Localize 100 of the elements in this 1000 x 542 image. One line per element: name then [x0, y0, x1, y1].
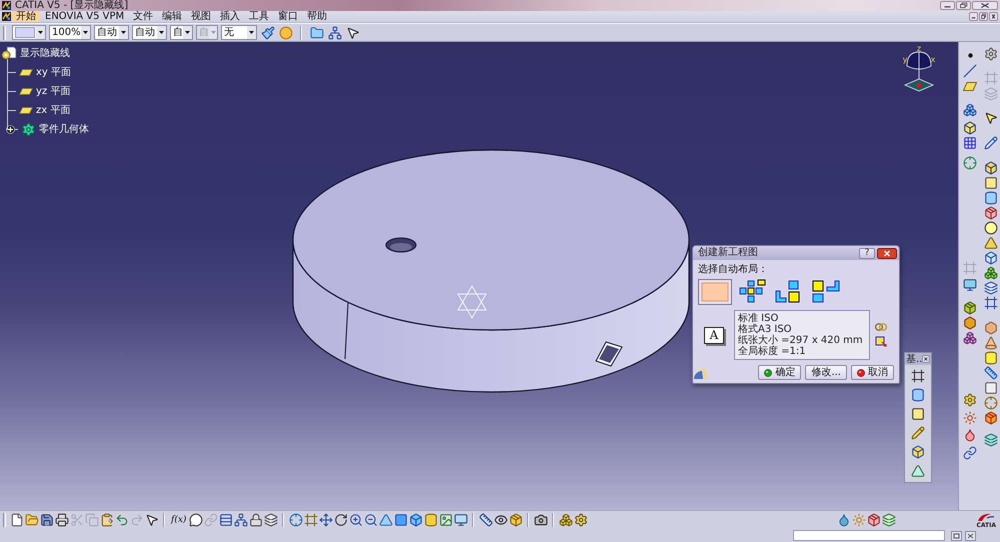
cube-icon[interactable] — [911, 445, 925, 459]
menu-item[interactable]: 工具 — [245, 11, 274, 22]
dropdown[interactable]: 自动 — [94, 25, 129, 40]
paintbrush-icon[interactable] — [260, 26, 274, 40]
undo-icon[interactable] — [114, 513, 128, 527]
caret-icon[interactable] — [183, 26, 192, 39]
grid-icon[interactable] — [963, 136, 977, 150]
square-icon[interactable] — [911, 407, 925, 421]
package-icon[interactable] — [508, 513, 523, 527]
dropdown[interactable]: 自 — [170, 25, 193, 40]
cube-icon[interactable] — [963, 120, 977, 134]
cancel-button[interactable]: 取消 — [851, 365, 894, 380]
pencil-icon[interactable] — [911, 426, 925, 440]
cursor-icon[interactable] — [144, 513, 158, 527]
monitor-icon[interactable] — [963, 278, 977, 292]
sun-icon[interactable] — [963, 410, 977, 424]
network-icon[interactable] — [234, 513, 248, 527]
layers-icon[interactable] — [882, 513, 896, 527]
crosshair-icon[interactable] — [984, 396, 998, 410]
dropdown[interactable]: 自动 — [132, 25, 167, 40]
ok-button[interactable]: 确定 — [758, 365, 802, 380]
boxes-icon[interactable] — [963, 330, 977, 344]
dropdown[interactable]: 100% — [49, 25, 91, 40]
layers-icon[interactable] — [984, 432, 998, 446]
cube-icon[interactable] — [408, 513, 423, 527]
caret-icon[interactable] — [81, 26, 90, 39]
zoom-in-icon[interactable] — [348, 513, 363, 527]
close-icon[interactable] — [972, 1, 998, 10]
camera-icon[interactable] — [534, 513, 548, 527]
caret-icon[interactable] — [247, 26, 256, 39]
menu-item[interactable]: 帮助 — [303, 11, 332, 22]
hexagon-icon[interactable] — [963, 316, 977, 330]
package-icon[interactable] — [984, 410, 998, 424]
restore-icon[interactable] — [956, 1, 971, 10]
layers-icon[interactable] — [264, 513, 278, 527]
gear-icon[interactable] — [574, 513, 588, 527]
droplet-icon[interactable] — [836, 513, 851, 527]
cursor-icon[interactable] — [984, 110, 998, 124]
cylinder-icon[interactable] — [424, 513, 438, 527]
plane-icon[interactable] — [963, 82, 977, 91]
caret-icon[interactable] — [157, 26, 166, 39]
expand-icon[interactable] — [6, 125, 15, 134]
hash-icon[interactable] — [911, 369, 925, 383]
rotate-icon[interactable] — [334, 513, 348, 527]
droplet-icon[interactable] — [963, 428, 977, 442]
line-icon[interactable] — [963, 64, 977, 78]
caret-icon[interactable] — [36, 26, 45, 39]
command-field[interactable] — [793, 530, 945, 541]
square-icon[interactable] — [394, 513, 408, 527]
triangle-icon[interactable] — [378, 513, 393, 527]
gear-icon[interactable] — [963, 392, 977, 406]
view-compass[interactable]: z y x — [902, 45, 936, 93]
tree-item[interactable]: yz 平面 — [36, 86, 70, 98]
close-icon[interactable] — [989, 12, 998, 21]
menu-item[interactable]: 编辑 — [158, 11, 186, 22]
crosshair-icon[interactable] — [288, 513, 303, 527]
hash-icon[interactable] — [984, 296, 998, 310]
ruler-icon[interactable] — [478, 513, 493, 527]
link-icon[interactable] — [963, 446, 977, 460]
network-icon[interactable] — [328, 26, 342, 40]
circle-icon[interactable] — [984, 220, 998, 234]
square-icon[interactable] — [984, 176, 998, 190]
printer-icon[interactable] — [54, 513, 68, 527]
menu-item[interactable]: 视图 — [187, 11, 216, 22]
cylinder-icon[interactable] — [911, 388, 925, 402]
close-icon[interactable] — [877, 248, 897, 258]
hexagon-icon[interactable] — [984, 320, 998, 334]
tree-item[interactable]: xy 平面 — [36, 66, 72, 78]
tree-item[interactable]: 零件几何体 — [39, 124, 89, 136]
chain-icon[interactable] — [875, 323, 887, 331]
minimize-icon[interactable] — [940, 1, 955, 10]
eye-icon[interactable] — [494, 513, 508, 527]
caret-icon[interactable] — [119, 26, 128, 39]
monitor-icon[interactable] — [454, 513, 468, 527]
package-icon[interactable] — [866, 513, 881, 527]
square-icon[interactable] — [984, 380, 998, 394]
ruler-icon[interactable] — [984, 366, 998, 380]
restore-icon[interactable] — [979, 12, 988, 21]
menu-item[interactable]: 文件 — [129, 11, 158, 22]
close-icon[interactable] — [965, 530, 976, 540]
cube-icon[interactable] — [984, 250, 998, 264]
square-icon[interactable] — [951, 530, 962, 540]
triangle-icon[interactable] — [984, 236, 998, 250]
clipboard-icon[interactable] — [100, 513, 114, 527]
lock-icon[interactable] — [248, 513, 263, 527]
point-icon[interactable] — [968, 53, 972, 58]
zoom-out-icon[interactable] — [364, 513, 378, 527]
dropdown[interactable]: 无 — [221, 25, 257, 40]
menu-item[interactable]: 插入 — [216, 11, 244, 22]
tree-item[interactable]: 显示隐藏线 — [20, 48, 70, 60]
triangle-icon[interactable] — [911, 464, 925, 478]
minimize-icon[interactable] — [969, 12, 978, 21]
package-icon[interactable] — [984, 206, 998, 220]
folder-icon[interactable] — [310, 26, 324, 40]
cylinder-icon[interactable] — [984, 350, 998, 364]
gear-icon[interactable] — [984, 46, 998, 60]
boxes-icon[interactable] — [984, 266, 998, 280]
speech-bubble-icon[interactable] — [188, 513, 203, 527]
table-icon[interactable] — [218, 513, 233, 527]
boxes-icon[interactable] — [963, 102, 977, 116]
